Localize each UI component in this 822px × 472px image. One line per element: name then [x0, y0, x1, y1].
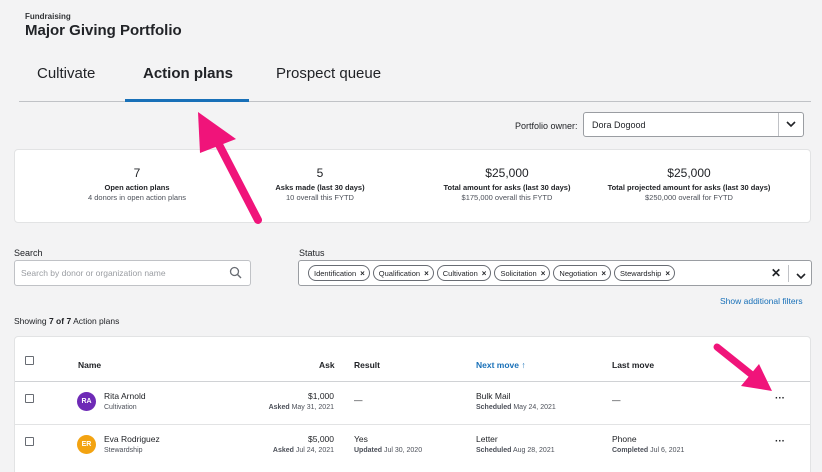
ask-amount: $5,000 [308, 434, 334, 444]
result-value: — [354, 395, 363, 405]
page-title: Major Giving Portfolio [25, 22, 182, 39]
row-checkbox[interactable] [25, 437, 34, 446]
next-move-date: Scheduled May 24, 2021 [476, 404, 556, 411]
chevron-down-icon[interactable] [796, 267, 806, 285]
stat-sub: $250,000 overall for FYTD [645, 193, 733, 202]
results-count: Showing 7 of 7 Action plans [14, 316, 120, 326]
stat-value: $25,000 [667, 166, 711, 180]
summary-panel: 7 Open action plans 4 donors in open act… [14, 149, 811, 223]
stat-value: $25,000 [485, 166, 529, 180]
status-chip: Identification × [308, 265, 370, 281]
active-tab-indicator [125, 99, 249, 102]
status-label: Status [299, 248, 325, 258]
last-move: — [612, 395, 621, 405]
next-move-date: Scheduled Aug 28, 2021 [476, 447, 555, 454]
column-header-next-move[interactable]: Next move ↑ [476, 360, 526, 370]
stat-open-action-plans: 7 Open action plans 4 donors in open act… [47, 166, 227, 202]
avatar: ER [77, 435, 96, 454]
stat-label: Open action plans [104, 183, 170, 192]
stat-sub: 10 overall this FYTD [286, 193, 354, 202]
row-actions-icon[interactable]: ··· [775, 436, 785, 447]
remove-chip-icon[interactable]: × [482, 269, 487, 278]
column-header-last-move[interactable]: Last move [612, 360, 654, 370]
header-divider [15, 381, 810, 382]
portfolio-owner-label: Portfolio owner: [515, 121, 578, 131]
chevron-down-icon[interactable] [778, 113, 803, 136]
remove-chip-icon[interactable]: × [424, 269, 429, 278]
remove-chip-icon[interactable]: × [601, 269, 606, 278]
remove-chip-icon[interactable]: × [541, 269, 546, 278]
next-move: Letter [476, 434, 498, 444]
portfolio-owner-value: Dora Dogood [592, 119, 646, 130]
stat-label: Asks made (last 30 days) [275, 183, 365, 192]
tab-prospect-queue[interactable]: Prospect queue [276, 65, 381, 82]
remove-chip-icon[interactable]: × [360, 269, 365, 278]
row-actions-icon[interactable]: ··· [775, 393, 785, 404]
select-divider [788, 265, 789, 282]
donor-stage: Stewardship [104, 447, 143, 454]
column-header-ask[interactable]: Ask [319, 360, 335, 370]
stat-total-asks: $25,000 Total amount for asks (last 30 d… [417, 166, 597, 202]
stat-sub: $175,000 overall this FYTD [461, 193, 553, 202]
status-multiselect[interactable]: Identification × Qualification × Cultivati… [298, 260, 812, 286]
status-chip: Cultivation × [436, 265, 492, 281]
chip-label: Identification [314, 268, 357, 278]
tab-cultivate[interactable]: Cultivate [37, 65, 95, 82]
stat-sub: 4 donors in open action plans [88, 193, 186, 202]
action-plans-table: Name Ask Result Next move ↑ Last move RA… [14, 336, 811, 472]
chip-label: Solicitation [500, 268, 537, 278]
next-move: Bulk Mail [476, 391, 511, 401]
donor-stage: Cultivation [104, 404, 137, 411]
column-header-name[interactable]: Name [78, 360, 101, 370]
ask-amount: $1,000 [308, 391, 334, 401]
chip-label: Stewardship [620, 268, 662, 278]
row-divider [15, 424, 810, 425]
clear-all-icon[interactable]: ✕ [771, 266, 781, 280]
stat-label: Total projected amount for asks (last 30… [607, 183, 771, 192]
stat-value: 7 [133, 166, 141, 180]
row-checkbox[interactable] [25, 394, 34, 403]
stat-label: Total amount for asks (last 30 days) [443, 183, 571, 192]
stat-total-projected: $25,000 Total projected amount for asks … [599, 166, 779, 202]
tab-action-plans[interactable]: Action plans [143, 65, 233, 82]
chip-label: Qualification [378, 268, 421, 278]
chip-label: Negotiation [559, 268, 598, 278]
portfolio-owner-select[interactable]: Dora Dogood [583, 112, 804, 137]
status-chip: Solicitation × [494, 265, 551, 281]
donor-name-link[interactable]: Rita Arnold [104, 391, 146, 401]
avatar: RA [77, 392, 96, 411]
chip-label: Cultivation [442, 268, 478, 278]
status-chip: Stewardship × [614, 265, 675, 281]
show-additional-filters-link[interactable]: Show additional filters [720, 296, 803, 306]
search-field [14, 260, 251, 286]
search-icon[interactable] [229, 266, 242, 284]
remove-chip-icon[interactable]: × [665, 269, 670, 278]
status-chip: Qualification × [372, 265, 434, 281]
stat-asks-made: 5 Asks made (last 30 days) 10 overall th… [230, 166, 410, 202]
ask-date: Asked Jul 24, 2021 [272, 447, 334, 454]
select-all-checkbox[interactable] [25, 356, 34, 365]
donor-name-link[interactable]: Eva Rodriguez [104, 434, 160, 444]
last-move: Phone [612, 434, 637, 444]
stat-value: 5 [316, 166, 324, 180]
column-header-result[interactable]: Result [354, 360, 380, 370]
result-value: Yes [354, 434, 368, 444]
ask-date: Asked May 31, 2021 [268, 404, 334, 411]
last-move-date: Completed Jul 6, 2021 [612, 447, 685, 454]
search-input[interactable] [15, 261, 215, 285]
breadcrumb: Fundraising [25, 12, 71, 21]
result-date: Updated Jul 30, 2020 [354, 447, 423, 454]
search-label: Search [14, 248, 43, 258]
status-chip: Negotiation × [553, 265, 612, 281]
